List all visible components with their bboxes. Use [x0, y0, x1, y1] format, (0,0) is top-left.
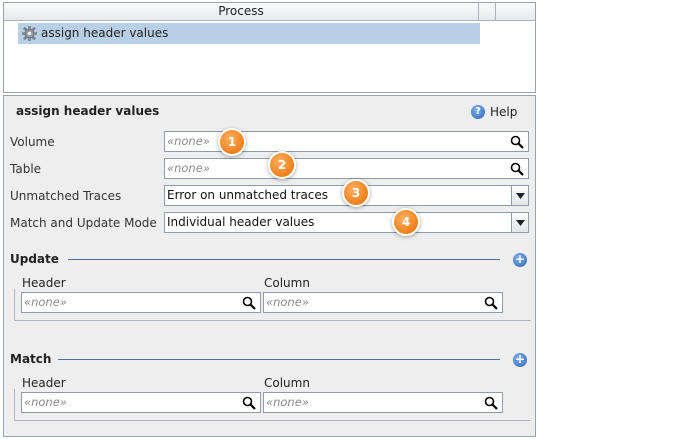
match-column-value: «none» [266, 395, 309, 409]
process-list-header: Process [4, 3, 535, 21]
search-icon[interactable] [484, 396, 498, 410]
callout-badge-4: 4 [392, 208, 420, 236]
search-icon[interactable] [242, 396, 256, 410]
chevron-down-icon [516, 193, 525, 199]
add-match-icon[interactable]: + [513, 353, 527, 367]
callout-badge-1: 1 [218, 128, 246, 156]
process-settings-panel: assign header values ? Help Volume «none… [3, 95, 536, 437]
table-field[interactable]: «none» [164, 158, 529, 179]
match-header-value: «none» [24, 395, 67, 409]
process-column-header[interactable]: Process [4, 3, 479, 21]
match-column-column-label: Column [264, 376, 310, 390]
volume-label: Volume [10, 135, 55, 149]
search-icon[interactable] [510, 135, 524, 149]
match-column-field[interactable]: «none» [263, 392, 503, 413]
table-label: Table [10, 162, 42, 176]
help-button[interactable]: ? Help [471, 104, 517, 120]
match-section-title: Match [10, 352, 52, 366]
unmatched-traces-label: Unmatched Traces [10, 189, 122, 203]
update-column-column-label: Column [264, 276, 310, 290]
dropdown-button[interactable] [511, 186, 528, 205]
process-row-label: assign header values [41, 26, 169, 40]
update-column-field[interactable]: «none» [263, 292, 503, 313]
match-mode-label: Match and Update Mode [10, 216, 157, 230]
process-column-header-extra[interactable] [479, 3, 496, 21]
help-label: Help [490, 105, 518, 119]
callout-badge-2: 2 [268, 151, 296, 179]
search-icon[interactable] [484, 296, 498, 310]
help-icon: ? [471, 105, 485, 119]
update-section-title: Update [10, 252, 59, 266]
match-section-rule [58, 359, 500, 360]
unmatched-traces-value: Error on unmatched traces [167, 188, 329, 202]
update-section-rule [68, 259, 500, 260]
match-mode-value: Individual header values [167, 215, 315, 229]
process-row[interactable]: assign header values [18, 23, 480, 44]
update-header-value: «none» [24, 295, 67, 309]
match-header-field[interactable]: «none» [21, 392, 261, 413]
gear-icon [22, 26, 37, 41]
update-header-column-label: Header [22, 276, 66, 290]
callout-badge-3: 3 [342, 179, 370, 207]
match-mode-select[interactable]: Individual header values [164, 212, 529, 233]
panel-title: assign header values [16, 104, 160, 118]
update-column-value: «none» [266, 295, 309, 309]
update-header-field[interactable]: «none» [21, 292, 261, 313]
volume-value: «none» [167, 134, 210, 148]
search-icon[interactable] [510, 162, 524, 176]
add-update-icon[interactable]: + [513, 253, 527, 267]
chevron-down-icon [516, 220, 525, 226]
table-value: «none» [167, 161, 210, 175]
dropdown-button[interactable] [511, 213, 528, 232]
search-icon[interactable] [242, 296, 256, 310]
match-header-column-label: Header [22, 376, 66, 390]
process-list-panel: Process assign header values [3, 2, 536, 93]
